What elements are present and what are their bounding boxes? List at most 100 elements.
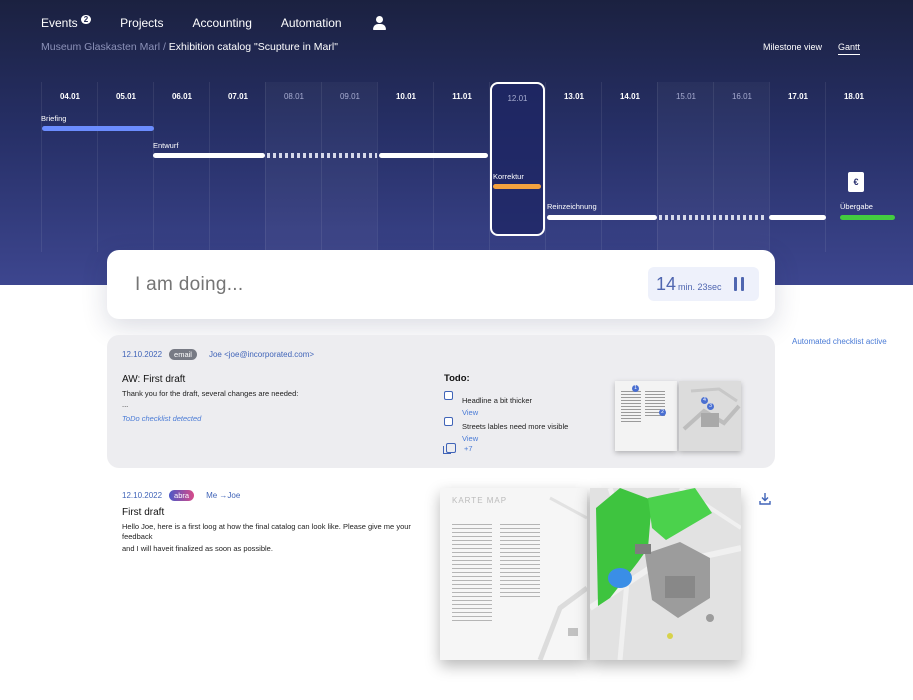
doing-input[interactable] [135, 274, 535, 296]
email-meta: 12.10.2022 email Joe <joe@incorporated.c… [122, 349, 314, 360]
day-label: 11.01 [452, 92, 472, 101]
email-body-ellipsis: ... [122, 400, 129, 409]
todo-text: Streets lables need more visible [462, 422, 569, 431]
day-column: 14.01 [601, 82, 657, 252]
breadcrumb: Museum Glaskasten Marl / Exhibition cata… [41, 41, 338, 53]
user-profile-icon[interactable] [372, 16, 386, 30]
task-bar-reinzeichnung[interactable] [547, 215, 657, 220]
timer-minutes: 14 [656, 273, 677, 294]
day-column: 11.01 [433, 82, 489, 252]
task-bar-korrektur[interactable] [493, 184, 541, 189]
day-column: 10.01 [377, 82, 433, 252]
task-label-briefing: Briefing [41, 114, 67, 123]
day-column: 06.01 [153, 82, 209, 252]
day-column: 07.01 [209, 82, 265, 252]
activity-timer: 14 min. 23sec [648, 267, 759, 301]
day-column: 09.01 [321, 82, 377, 252]
activity-tracker: 14 min. 23sec [107, 250, 775, 319]
nav-events[interactable]: Events 2 [41, 15, 92, 30]
email-subject: First draft [122, 507, 165, 518]
task-bar-uebergabe[interactable] [840, 215, 895, 220]
today-date-label: 12.01 [507, 94, 528, 103]
view-switch: Milestone view Gantt [763, 42, 860, 55]
day-column: 04.01 [41, 82, 97, 252]
day-label: 04.01 [59, 92, 81, 101]
task-bar-briefing[interactable] [42, 126, 154, 131]
day-column: 17.01 [769, 82, 825, 252]
task-bar-entwurf[interactable] [153, 153, 265, 158]
task-bar-reinzeichnung-end[interactable] [769, 215, 826, 220]
annotation-pin: 3 [707, 403, 714, 410]
email-date: 12.10.2022 [122, 491, 163, 500]
download-icon[interactable] [759, 492, 771, 505]
catalog-thumbnail[interactable]: 1 2 4 3 [615, 381, 741, 451]
todo-view-link[interactable]: View [462, 434, 568, 443]
header-banner: Events 2 Projects Accounting Automation M… [0, 0, 913, 285]
annotation-pin: 1 [632, 385, 639, 392]
day-label: 10.01 [395, 92, 417, 101]
events-count-badge: 2 [80, 15, 92, 24]
email-subject: AW: First draft [122, 374, 186, 385]
email-source-badge: email [169, 349, 197, 360]
task-label-korrektur: Korrektur [493, 172, 524, 181]
nav-automation[interactable]: Automation [281, 16, 342, 30]
day-column: 16.01 [713, 82, 769, 252]
day-label: 08.01 [283, 92, 305, 101]
todo-item: Headline a bit thicker View [444, 390, 532, 417]
task-label-uebergabe: Übergabe [840, 202, 873, 211]
day-column: 13.01 [545, 82, 601, 252]
day-label: 06.01 [171, 92, 193, 101]
task-label-reinzeichnung: Reinzeichnung [547, 202, 597, 211]
email-meta: 12.10.2022 abra Me →Joe [122, 490, 240, 501]
day-label: 15.01 [675, 92, 697, 101]
copy-icon [443, 443, 456, 454]
email-body-closing: and I will haveit finalized as soon as p… [122, 544, 273, 553]
nav-accounting[interactable]: Accounting [193, 16, 252, 30]
email-source-badge: abra [169, 490, 195, 501]
gantt-view-tab[interactable]: Gantt [837, 42, 860, 55]
more-todos[interactable]: +7 [443, 443, 473, 454]
annotation-pin: 4 [701, 397, 708, 404]
more-todos-count: +7 [464, 443, 473, 453]
task-bar-entwurf-end[interactable] [379, 153, 488, 158]
invoice-document-icon[interactable]: € [848, 172, 864, 192]
todo-detected-note[interactable]: ToDo checklist detected [122, 414, 201, 423]
day-label: 16.01 [731, 92, 753, 101]
email-recipient[interactable]: Me →Joe [206, 491, 240, 500]
breadcrumb-parent[interactable]: Museum Glaskasten Marl / [41, 41, 166, 53]
automated-checklist-status[interactable]: Automated checklist active [792, 336, 892, 347]
email-date: 12.10.2022 [122, 350, 163, 359]
today-column-highlight: 12.01 [490, 82, 545, 236]
day-label: 07.01 [227, 92, 249, 101]
day-column: 08.01 [265, 82, 321, 252]
todo-text: Headline a bit thicker [462, 396, 533, 405]
main-nav: Events 2 Projects Accounting Automation [41, 15, 386, 30]
todo-item: Streets lables need more visible View [444, 416, 568, 443]
email-body: Hello Joe, here is a first loog at how t… [122, 522, 411, 541]
task-bar-entwurf-weekend [267, 153, 377, 158]
day-column: 05.01 [97, 82, 153, 252]
day-column: 18.01 [825, 82, 881, 252]
todo-checkbox[interactable] [444, 417, 453, 426]
catalog-preview[interactable]: KARTE MAP [440, 488, 741, 660]
email-sender[interactable]: Joe <joe@incorporated.com> [209, 350, 314, 359]
nav-projects[interactable]: Projects [120, 16, 163, 30]
day-label: 18.01 [843, 92, 865, 101]
annotation-pin: 2 [659, 409, 666, 416]
pause-icon[interactable] [734, 277, 745, 291]
timer-unit: min. 23sec [678, 282, 722, 292]
day-label: 17.01 [787, 92, 809, 101]
breadcrumb-current: Exhibition catalog "Scupture in Marl" [168, 41, 338, 53]
nav-events-label: Events [41, 16, 78, 30]
email-body: Thank you for the draft, several changes… [122, 389, 299, 398]
todo-checkbox[interactable] [444, 391, 453, 400]
day-label: 14.01 [619, 92, 641, 101]
gantt-timeline: 04.01 05.01 06.01 07.01 08.01 09.01 10.01 11.01… [41, 82, 910, 252]
todo-title: Todo: [444, 373, 470, 384]
day-label: 09.01 [339, 92, 361, 101]
task-label-entwurf: Entwurf [153, 141, 179, 150]
day-label: 05.01 [115, 92, 137, 101]
day-label: 13.01 [563, 92, 585, 101]
milestone-view-tab[interactable]: Milestone view [763, 42, 822, 55]
day-column: 15.01 [657, 82, 713, 252]
